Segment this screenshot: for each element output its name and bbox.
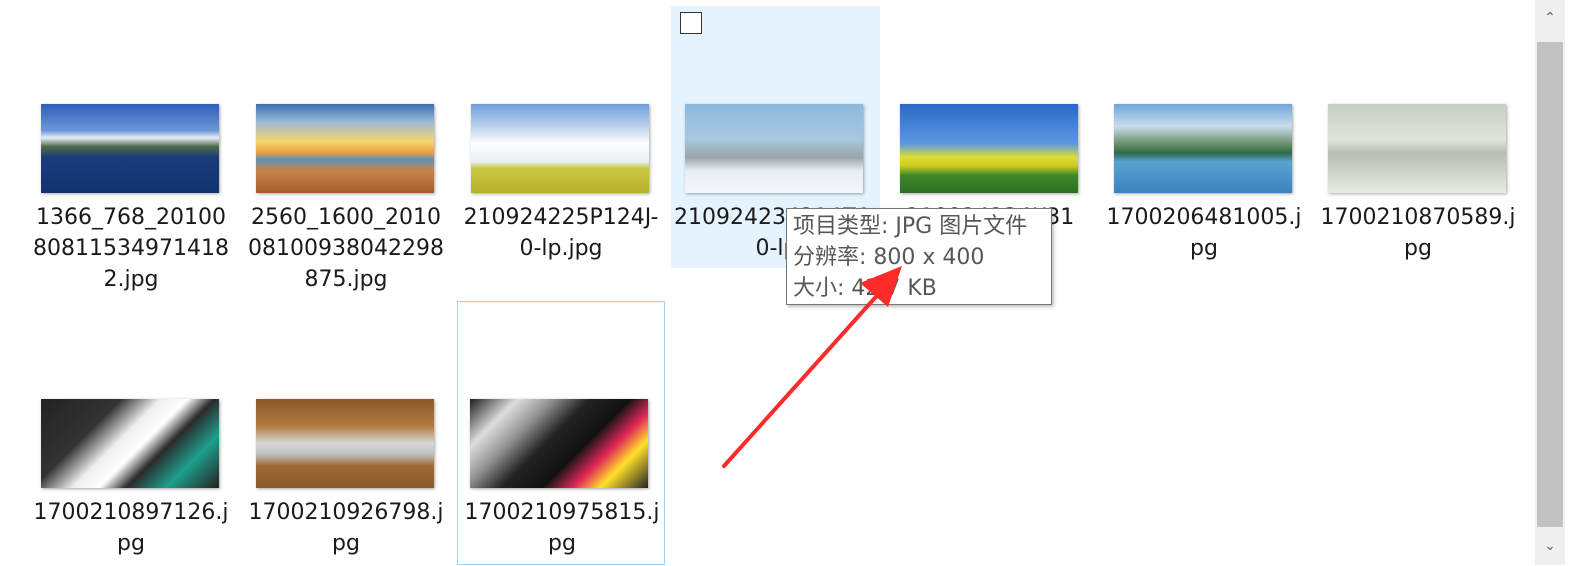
chevron-up-icon[interactable]: ⌃	[1535, 2, 1565, 34]
file-name: 1700210870589.jpg	[1320, 205, 1516, 261]
image-thumbnail	[1114, 104, 1292, 193]
file-item[interactable]: 1366_768_20100808115349714182.jpg	[30, 6, 230, 292]
file-info-tooltip: 项目类型: JPG 图片文件 分辨率: 800 x 400 大小: 42.7 K…	[786, 208, 1052, 305]
file-item[interactable]: 1700210870589.jpg	[1317, 6, 1517, 271]
file-name: 1700210926798.jpg	[248, 500, 444, 556]
select-checkbox[interactable]	[680, 12, 702, 34]
image-thumbnail	[41, 399, 219, 488]
tooltip-size: 大小: 42.7 KB	[793, 276, 937, 301]
file-item[interactable]: 1700210897126.jpg	[30, 301, 230, 566]
file-item-focused[interactable]: 1700210975815.jpg	[457, 301, 665, 565]
file-name: 210924225P124J-0-lp.jpg	[463, 205, 659, 261]
image-thumbnail	[256, 104, 434, 193]
image-thumbnail	[1328, 104, 1506, 193]
scrollbar-thumb[interactable]	[1537, 42, 1563, 527]
file-name: 1700210897126.jpg	[33, 500, 229, 556]
image-thumbnail	[256, 399, 434, 488]
tooltip-resolution: 分辨率: 800 x 400	[793, 245, 985, 270]
file-item[interactable]: 1700210926798.jpg	[245, 301, 445, 566]
file-item[interactable]: 210924225P124J-0-lp.jpg	[460, 6, 660, 271]
file-name: 2560_1600_201008100938042298875.jpg	[248, 205, 444, 292]
file-name: 1366_768_20100808115349714182.jpg	[33, 205, 229, 292]
tooltip-item-type: 项目类型: JPG 图片文件	[793, 214, 1028, 239]
image-thumbnail	[685, 104, 863, 193]
chevron-down-icon[interactable]: ⌄	[1535, 530, 1565, 562]
image-thumbnail	[470, 399, 648, 488]
file-item[interactable]: 1700206481005.jpg	[1103, 6, 1303, 271]
file-name: 1700210975815.jpg	[464, 500, 660, 556]
file-name: 1700206481005.jpg	[1106, 205, 1302, 261]
image-thumbnail	[41, 104, 219, 193]
image-thumbnail	[471, 104, 649, 193]
image-thumbnail	[900, 104, 1078, 193]
file-item[interactable]: 2560_1600_201008100938042298875.jpg	[245, 6, 445, 292]
